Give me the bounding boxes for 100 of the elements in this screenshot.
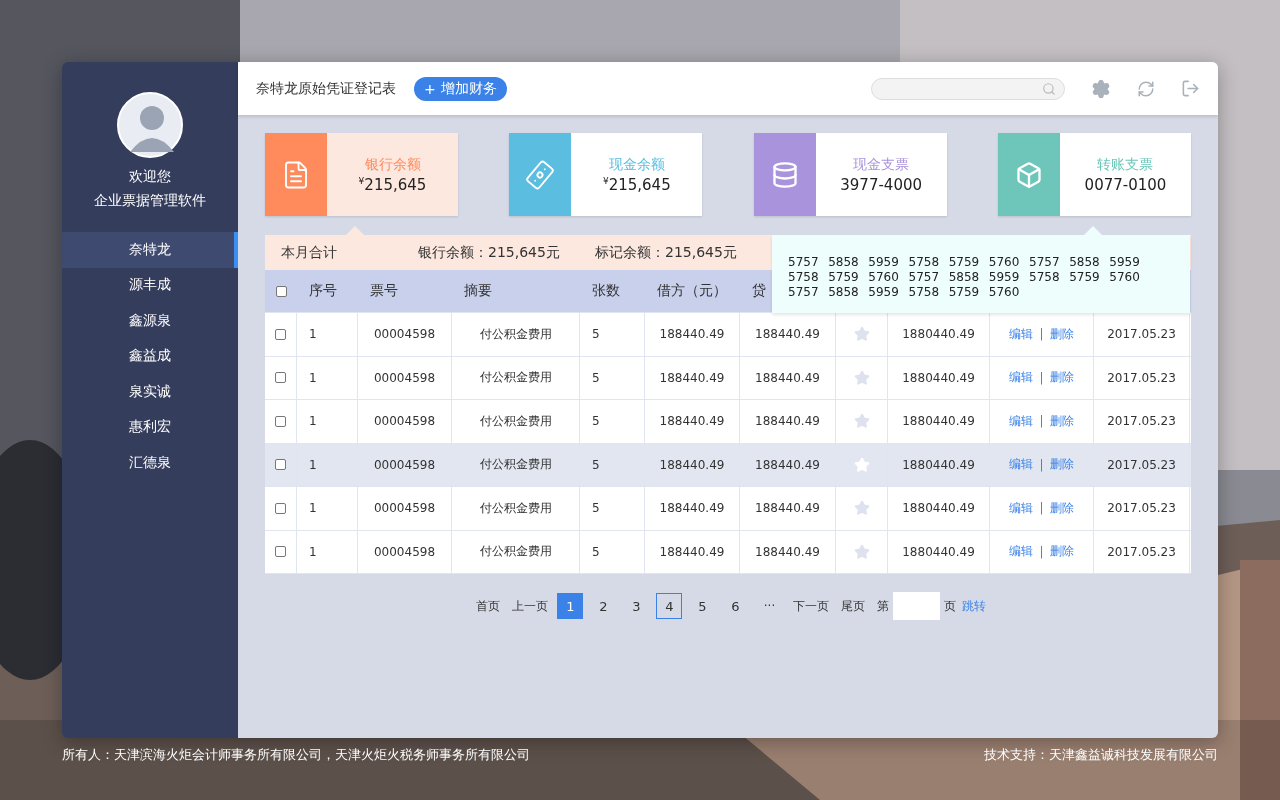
separator: | [1039, 457, 1044, 472]
table-cell: 2017.05.23 [1107, 544, 1176, 559]
stat-card[interactable]: 现金支票 3977-4000 [753, 133, 947, 216]
table-row[interactable]: 1 00004598 付公积金费用 5 188440.49 188440.49 1880440.49 编辑 | 删除 2017.05.23 [265, 530, 1191, 574]
edit-link[interactable]: 编辑 [1009, 369, 1034, 387]
page-button[interactable]: 1 [557, 593, 584, 619]
page-button[interactable]: 4 [656, 593, 683, 619]
page-input[interactable] [893, 592, 941, 620]
separator: | [1039, 544, 1044, 559]
page-label: 第 [877, 597, 890, 615]
checkbox[interactable] [275, 372, 286, 384]
star-icon[interactable] [853, 543, 870, 560]
table-cell: 188440.49 [755, 370, 820, 385]
refresh-icon[interactable] [1137, 79, 1155, 98]
table-cell: 188440.49 [659, 501, 725, 516]
delete-link[interactable]: 删除 [1049, 325, 1074, 343]
sidebar-item[interactable]: 汇德泉 [62, 445, 238, 481]
table-cell: 188440.49 [755, 327, 820, 342]
table-cell: 1 [309, 544, 317, 559]
delete-link[interactable]: 删除 [1049, 543, 1074, 561]
table-cell: 付公积金费用 [479, 499, 552, 517]
column-header: 票号 [370, 282, 398, 300]
sidebar-item[interactable]: 源丰成 [62, 267, 238, 303]
table-cell: 00004598 [373, 457, 436, 472]
table-cell: 5 [592, 457, 600, 472]
table-row[interactable]: 1 00004598 付公积金费用 5 188440.49 188440.49 1880440.49 编辑 | 删除 2017.05.23 [265, 487, 1191, 531]
next-page-link[interactable]: 下一页 [793, 597, 830, 615]
search-icon [1042, 81, 1056, 96]
page-button[interactable]: 5 [689, 593, 716, 619]
table-cell: 00004598 [373, 501, 436, 516]
separator: | [1039, 327, 1044, 342]
table-row[interactable]: 1 00004598 付公积金费用 5 188440.49 188440.49 1880440.49 编辑 | 删除 2017.05.23 [265, 443, 1191, 487]
table-row[interactable]: 1 00004598 付公积金费用 5 188440.49 188440.49 1880440.49 编辑 | 删除 2017.05.23 [265, 356, 1191, 400]
table-cell: 188440.49 [659, 414, 725, 429]
separator: | [1039, 501, 1044, 516]
page-button[interactable]: 2 [590, 593, 617, 619]
table-cell: 5 [592, 370, 600, 385]
table-row[interactable]: 1 00004598 付公积金费用 5 188440.49 188440.49 1880440.49 编辑 | 删除 2017.05.23 [265, 313, 1191, 357]
ellipsis: ··· [763, 599, 776, 613]
checkbox[interactable] [275, 415, 286, 427]
checkbox[interactable] [275, 502, 286, 514]
sidebar-item[interactable]: 泉实诚 [62, 374, 238, 410]
sidebar-item[interactable]: 奈特龙 [62, 232, 238, 268]
checkbox[interactable] [275, 285, 287, 297]
table-cell: 1 [309, 327, 317, 342]
table-cell: 2017.05.23 [1107, 457, 1176, 472]
sidebar-item[interactable]: 鑫益成 [62, 338, 238, 374]
page-button[interactable]: 6 [722, 593, 749, 619]
column-header: 摘要 [464, 282, 492, 300]
card-title: 现金余额 [608, 155, 665, 174]
edit-link[interactable]: 编辑 [1009, 325, 1034, 343]
first-page-link[interactable]: 首页 [475, 597, 500, 615]
delete-link[interactable]: 删除 [1049, 412, 1074, 430]
summary-value: 标记余额：215,645元 [595, 243, 738, 262]
table-cell: 1 [309, 457, 317, 472]
table-cell: 1 [309, 501, 317, 516]
page-label: 页 [944, 597, 957, 615]
table-cell: 00004598 [373, 327, 436, 342]
stat-card[interactable]: 现金余额 $^{¥}$215,645 [509, 133, 703, 216]
search-field[interactable] [871, 77, 1065, 100]
table-cell: 1880440.49 [902, 370, 975, 385]
table-cell: 00004598 [373, 414, 436, 429]
table-cell: 1880440.49 [902, 457, 975, 472]
star-icon[interactable] [853, 369, 870, 386]
add-finance-button[interactable]: + 增加财务 [414, 76, 507, 101]
table-cell: 188440.49 [659, 544, 725, 559]
sidebar-item[interactable]: 鑫源泉 [62, 303, 238, 339]
table-cell: 1880440.49 [902, 501, 975, 516]
table-cell: 2017.05.23 [1107, 414, 1176, 429]
delete-link[interactable]: 删除 [1049, 369, 1074, 387]
column-header: 序号 [309, 282, 337, 300]
table-cell: 00004598 [373, 544, 436, 559]
settings-icon[interactable] [1091, 78, 1111, 99]
checkbox[interactable] [275, 459, 286, 471]
card-value: 3977-4000 [840, 175, 923, 194]
star-icon[interactable] [853, 413, 870, 430]
star-icon[interactable] [853, 326, 870, 343]
edit-link[interactable]: 编辑 [1009, 412, 1034, 430]
table-cell: 付公积金费用 [479, 543, 552, 561]
previous-page-link[interactable]: 上一页 [511, 597, 548, 615]
table-cell: 188440.49 [659, 370, 725, 385]
edit-link[interactable]: 编辑 [1009, 499, 1034, 517]
number-popover: 5757 5858 5959 5758 5759 5760 5757 5858 5959 5758 5759 5760 5757 5858 5959 5758 5759 5760 5757 5858 5959 5758 5759 5760 [772, 235, 1190, 313]
table-cell: 5 [592, 501, 600, 516]
table-row[interactable]: 1 00004598 付公积金费用 5 188440.49 188440.49 1880440.49 编辑 | 删除 2017.05.23 [265, 400, 1191, 444]
edit-link[interactable]: 编辑 [1009, 543, 1034, 561]
last-page-link[interactable]: 尾页 [841, 597, 866, 615]
sidebar-item[interactable]: 惠利宏 [62, 409, 238, 445]
page-button[interactable]: 3 [623, 593, 650, 619]
star-icon[interactable] [853, 500, 870, 517]
separator: | [1039, 414, 1044, 429]
table-cell: 2017.05.23 [1107, 501, 1176, 516]
app-name: 企业票据管理软件 [94, 192, 206, 210]
table-cell: 00004598 [373, 370, 436, 385]
page-title: 奈特龙原始凭证登记表 [256, 79, 396, 98]
delete-link[interactable]: 删除 [1049, 499, 1074, 517]
checkbox[interactable] [275, 546, 286, 558]
card-title: 转账支票 [1097, 155, 1154, 174]
logout-icon[interactable] [1181, 79, 1200, 98]
checkbox[interactable] [275, 328, 286, 340]
